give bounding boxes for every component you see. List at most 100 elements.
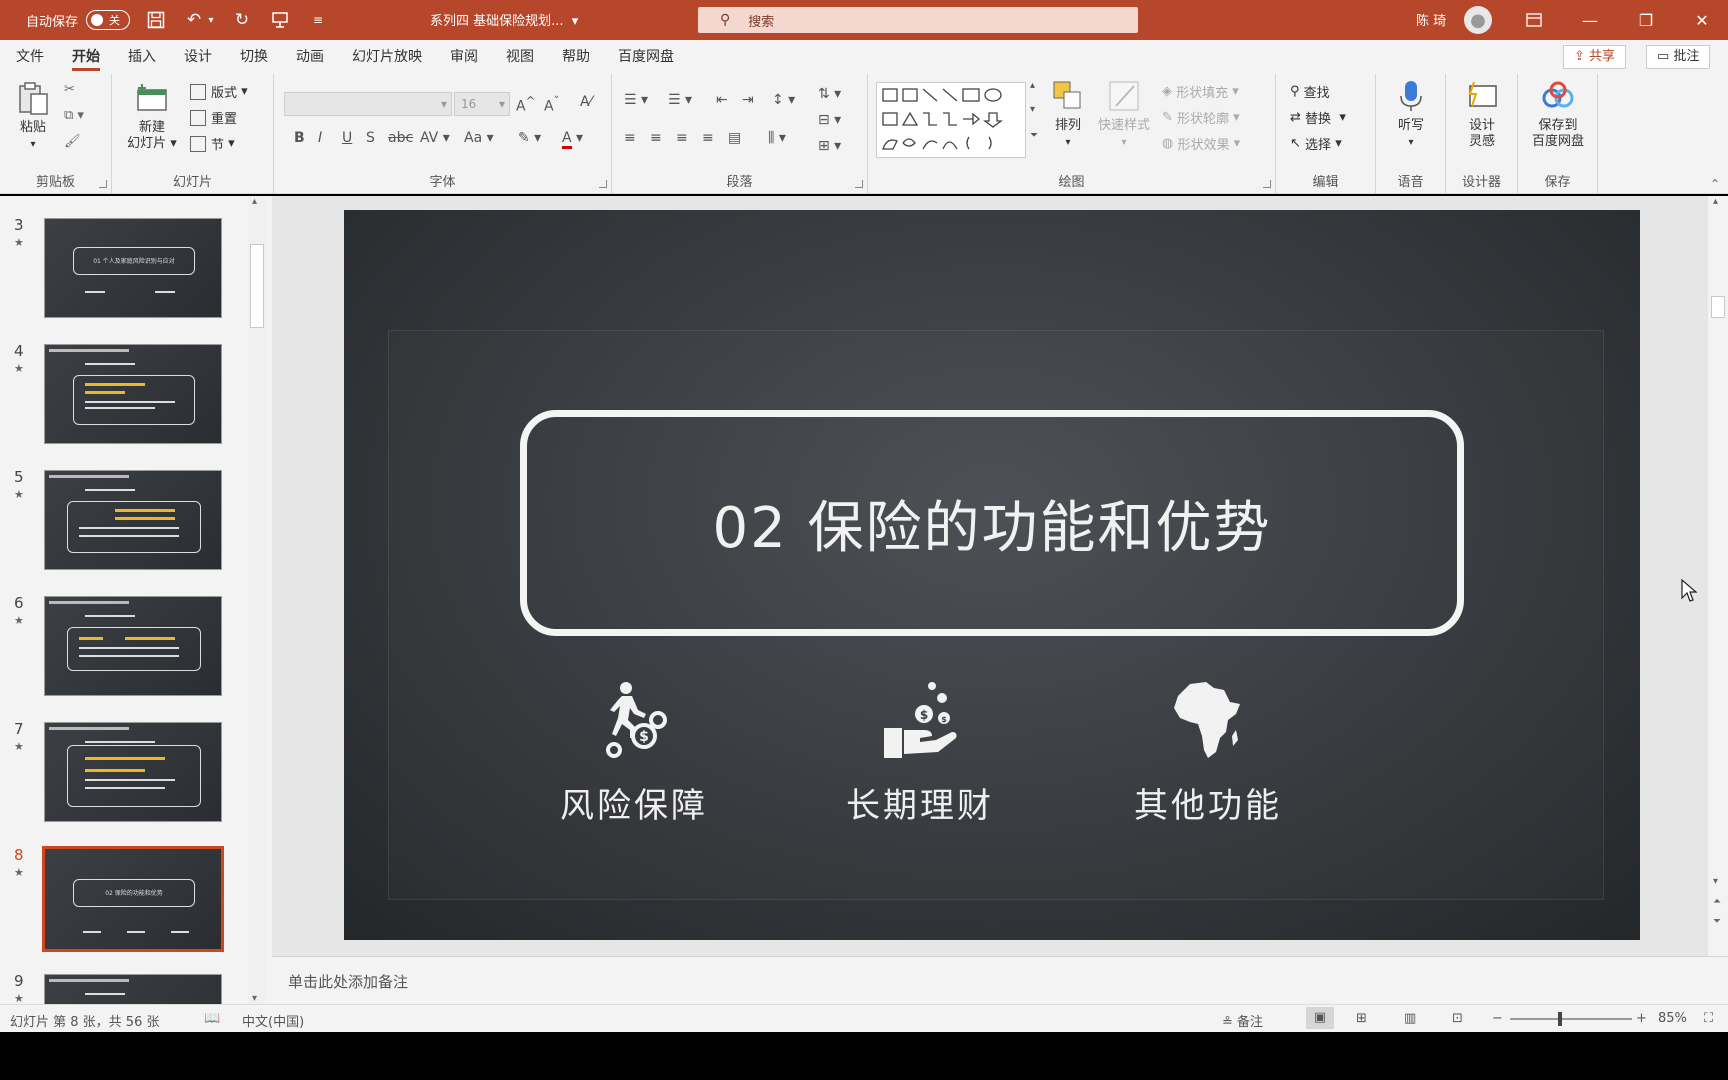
zoom-out-icon[interactable]: −: [1492, 1011, 1503, 1026]
numbering-icon[interactable]: ☰ ▾: [668, 92, 692, 108]
increase-font-icon[interactable]: A^: [516, 94, 535, 115]
strikethrough-icon[interactable]: abc: [388, 130, 413, 146]
distributed-icon[interactable]: ▤: [728, 130, 741, 146]
thumbnail-slide-7[interactable]: 7 ★: [0, 720, 240, 832]
thumbnail-scrollbar[interactable]: ▴ ▾: [248, 196, 266, 1004]
format-painter-icon[interactable]: 🖌: [64, 134, 81, 149]
undo-dropdown-icon[interactable]: ▾: [206, 8, 216, 32]
tab-view[interactable]: 视图: [492, 40, 548, 74]
thumbnail-slide-4[interactable]: 4 ★: [0, 342, 240, 454]
feature-risk-protection[interactable]: $ 风险保障: [524, 680, 744, 827]
tab-insert[interactable]: 插入: [114, 40, 170, 74]
shapes-gallery[interactable]: [876, 82, 1026, 158]
search-box[interactable]: ⚲ 搜索: [698, 7, 1138, 33]
comment-button[interactable]: ▭ 批注: [1646, 45, 1711, 69]
justify-icon[interactable]: ≡: [702, 130, 714, 146]
fit-to-window-icon[interactable]: ⛶: [1704, 1011, 1713, 1026]
slide-title-box[interactable]: 02 保险的功能和优势: [520, 410, 1464, 636]
underline-icon[interactable]: U: [342, 130, 352, 146]
scroll-down-icon[interactable]: ▾: [252, 993, 257, 1004]
change-case-icon[interactable]: Aa ▾: [464, 130, 494, 146]
editor-scrollbar[interactable]: ▴ ▾ ⏶ ⏷: [1708, 196, 1728, 956]
copy-icon[interactable]: ⧉ ▾: [64, 108, 84, 123]
clear-format-icon[interactable]: A⁄: [580, 94, 592, 110]
thumbnail-slide-6[interactable]: 6 ★: [0, 594, 240, 706]
align-text-icon[interactable]: ⊟ ▾: [818, 112, 841, 128]
scroll-up-icon[interactable]: ▴: [1713, 196, 1718, 207]
highlight-icon[interactable]: ✎ ▾: [518, 130, 541, 146]
tab-transitions[interactable]: 切换: [226, 40, 282, 74]
line-spacing-icon[interactable]: ↕ ▾: [772, 92, 795, 108]
scrollbar-thumb[interactable]: [1711, 296, 1725, 318]
autosave-toggle[interactable]: 关: [86, 10, 131, 30]
align-right-icon[interactable]: ≡: [676, 130, 688, 146]
redo-icon[interactable]: ↻: [230, 8, 254, 32]
current-slide[interactable]: 02 保险的功能和优势 $ 风险保障 $ $ 长期理财 其他功能: [344, 210, 1640, 940]
thumbnail-slide-9[interactable]: 9 ★: [0, 972, 240, 1004]
design-ideas-button[interactable]: 设计 灵感: [1458, 78, 1506, 150]
normal-view-icon[interactable]: ▣: [1306, 1007, 1334, 1029]
tab-home[interactable]: 开始: [58, 40, 114, 74]
document-title[interactable]: 系列四 基础保险规划... ▾: [430, 10, 578, 29]
thumbnail-slide-5[interactable]: 5 ★: [0, 468, 240, 580]
char-spacing-icon[interactable]: AV ▾: [420, 130, 450, 146]
customize-toolbar-icon[interactable]: ≡: [306, 8, 330, 32]
language-indicator[interactable]: 中文(中国): [242, 1011, 304, 1030]
scrollbar-thumb[interactable]: [250, 244, 264, 328]
collapse-ribbon-icon[interactable]: ⌃: [1710, 177, 1720, 191]
avatar[interactable]: ●: [1464, 6, 1492, 34]
align-center-icon[interactable]: ≡: [650, 130, 662, 146]
tab-animations[interactable]: 动画: [282, 40, 338, 74]
close-icon[interactable]: ✕: [1688, 6, 1716, 34]
increase-indent-icon[interactable]: ⇥: [742, 92, 754, 108]
font-name-box[interactable]: ▾: [284, 92, 452, 116]
bullets-icon[interactable]: ☰ ▾: [624, 92, 648, 108]
zoom-slider[interactable]: [1510, 1012, 1632, 1026]
save-icon[interactable]: [144, 8, 168, 32]
replace-button[interactable]: ⇄ 替换 ▾: [1290, 108, 1346, 127]
spellcheck-icon[interactable]: 📖: [204, 1011, 220, 1026]
shape-fill-button[interactable]: ◈ 形状填充 ▾: [1162, 82, 1239, 101]
new-slide-button[interactable]: 新建 幻灯片 ▾: [124, 80, 180, 152]
text-direction-icon[interactable]: ⇅ ▾: [818, 86, 841, 102]
shape-outline-button[interactable]: ✎ 形状轮廓 ▾: [1162, 108, 1240, 127]
decrease-indent-icon[interactable]: ⇤: [716, 92, 728, 108]
minimize-icon[interactable]: —: [1576, 6, 1604, 34]
scroll-up-icon[interactable]: ▴: [252, 196, 257, 207]
italic-icon[interactable]: I: [318, 130, 322, 146]
find-button[interactable]: ⚲ 查找: [1290, 82, 1330, 101]
dictate-button[interactable]: 听写 ▾: [1388, 78, 1434, 151]
tab-file[interactable]: 文件: [0, 40, 58, 74]
gallery-more-icon[interactable]: ⏷: [1030, 130, 1038, 141]
paste-button[interactable]: 粘贴 ▾: [10, 80, 56, 153]
undo-icon[interactable]: ↶: [182, 8, 206, 32]
thumbnail-slide-8[interactable]: 8 ★ 02 保险的功能和优势: [0, 846, 240, 958]
shape-effects-button[interactable]: ◍ 形状效果 ▾: [1162, 134, 1240, 153]
select-button[interactable]: ↖ 选择 ▾: [1290, 134, 1342, 153]
zoom-in-icon[interactable]: +: [1636, 1011, 1647, 1026]
next-slide-icon[interactable]: ⏷: [1713, 916, 1721, 927]
notes-pane[interactable]: 单击此处添加备注: [272, 956, 1728, 1004]
gallery-scroll-up-icon[interactable]: ▴: [1030, 80, 1035, 91]
present-icon[interactable]: [268, 8, 292, 32]
slide-sorter-icon[interactable]: ⊞: [1356, 1011, 1367, 1026]
bold-icon[interactable]: B: [294, 130, 305, 146]
arrange-button[interactable]: 排列 ▾: [1048, 78, 1088, 151]
zoom-slider-thumb[interactable]: [1558, 1012, 1562, 1026]
font-size-box[interactable]: 16 ▾: [454, 92, 510, 116]
align-left-icon[interactable]: ≡: [624, 130, 636, 146]
feature-other-functions[interactable]: 其他功能: [1098, 680, 1318, 827]
feature-long-term-finance[interactable]: $ $ 长期理财: [810, 680, 1030, 827]
columns-icon[interactable]: ⫼ ▾: [768, 130, 786, 146]
scroll-down-icon[interactable]: ▾: [1713, 876, 1718, 887]
tab-design[interactable]: 设计: [170, 40, 226, 74]
tab-review[interactable]: 审阅: [436, 40, 492, 74]
slideshow-icon[interactable]: ⊡: [1452, 1011, 1463, 1026]
save-to-baidu-button[interactable]: 保存到 百度网盘: [1524, 78, 1592, 150]
previous-slide-icon[interactable]: ⏶: [1713, 896, 1721, 907]
quick-styles-button[interactable]: 快速样式 ▾: [1094, 78, 1154, 151]
reading-view-icon[interactable]: ▥: [1404, 1011, 1416, 1026]
smartart-icon[interactable]: ⊞ ▾: [818, 138, 841, 154]
tab-slideshow[interactable]: 幻灯片放映: [338, 40, 436, 74]
gallery-scroll-down-icon[interactable]: ▾: [1030, 104, 1035, 115]
